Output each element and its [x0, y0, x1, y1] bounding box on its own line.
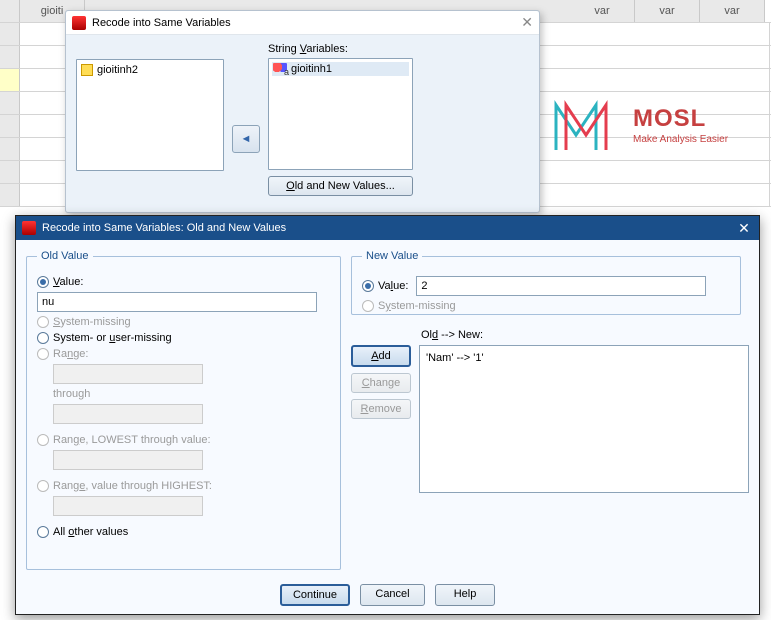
through-label: through [53, 388, 330, 400]
old-new-label: Old --> New: [421, 329, 749, 341]
range-to-input [53, 404, 203, 424]
range-highest-input [53, 496, 203, 516]
continue-button[interactable]: Continue [280, 584, 350, 606]
help-button[interactable]: Help [435, 584, 495, 606]
logo-text: MOSL [633, 105, 728, 133]
cancel-button[interactable]: Cancel [360, 584, 425, 606]
old-new-values-button[interactable]: Old and New Values... [268, 176, 413, 196]
mosl-logo: MOSL Make Analysis Easier [551, 80, 751, 170]
old-value-input[interactable] [37, 292, 317, 312]
range-lowest-input [53, 450, 203, 470]
new-value-legend: New Value [362, 250, 422, 262]
logo-mark-icon [551, 95, 621, 155]
arrow-left-icon: ◄ [241, 133, 252, 145]
move-left-button[interactable]: ◄ [232, 125, 260, 153]
add-button[interactable]: Add [351, 345, 411, 367]
list-item[interactable]: gioitinh1 [272, 62, 409, 76]
new-value-input[interactable] [416, 276, 706, 296]
system-missing-radio [37, 316, 49, 328]
mapping-item[interactable]: 'Nam' --> '1' [426, 352, 742, 364]
close-icon[interactable]: ✕ [521, 14, 533, 31]
range-highest-radio [37, 480, 49, 492]
dialog2-titlebar[interactable]: Recode into Same Variables: Old and New … [16, 216, 759, 240]
new-value-group: New Value Value: System-missing [351, 250, 741, 315]
dialog2-title: Recode into Same Variables: Old and New … [42, 222, 286, 234]
scale-icon [81, 64, 93, 76]
change-button: Change [351, 373, 411, 393]
range-from-input [53, 364, 203, 384]
string-var-icon [273, 63, 287, 75]
range-radio [37, 348, 49, 360]
logo-tagline: Make Analysis Easier [633, 134, 728, 145]
mappings-list[interactable]: 'Nam' --> '1' [419, 345, 749, 493]
string-variables-label: String Variables: [268, 43, 413, 55]
old-new-values-dialog: Recode into Same Variables: Old and New … [15, 215, 760, 615]
dialog1-title: Recode into Same Variables [92, 17, 231, 29]
all-other-radio[interactable] [37, 526, 49, 538]
col-var[interactable]: var [570, 0, 635, 22]
new-value-radio[interactable] [362, 280, 374, 292]
app-icon [72, 16, 86, 30]
value-radio[interactable] [37, 276, 49, 288]
app-icon [22, 221, 36, 235]
old-value-legend: Old Value [37, 250, 93, 262]
list-item[interactable]: gioitinh2 [80, 63, 220, 77]
close-icon[interactable]: ✕ [735, 220, 753, 237]
col-var[interactable]: var [635, 0, 700, 22]
string-variables-list[interactable]: gioitinh1 [268, 58, 413, 170]
range-lowest-radio [37, 434, 49, 446]
remove-button: Remove [351, 399, 411, 419]
grid-corner [0, 0, 20, 22]
dialog1-titlebar[interactable]: Recode into Same Variables ✕ [66, 11, 539, 35]
new-system-missing-radio [362, 300, 374, 312]
col-var[interactable]: var [700, 0, 765, 22]
old-value-group: Old Value Value: System-missing System- … [26, 250, 341, 570]
source-variables-list[interactable]: gioitinh2 [76, 59, 224, 171]
recode-dialog: Recode into Same Variables ✕ gioitinh2 ◄… [65, 10, 540, 213]
system-user-missing-radio[interactable] [37, 332, 49, 344]
